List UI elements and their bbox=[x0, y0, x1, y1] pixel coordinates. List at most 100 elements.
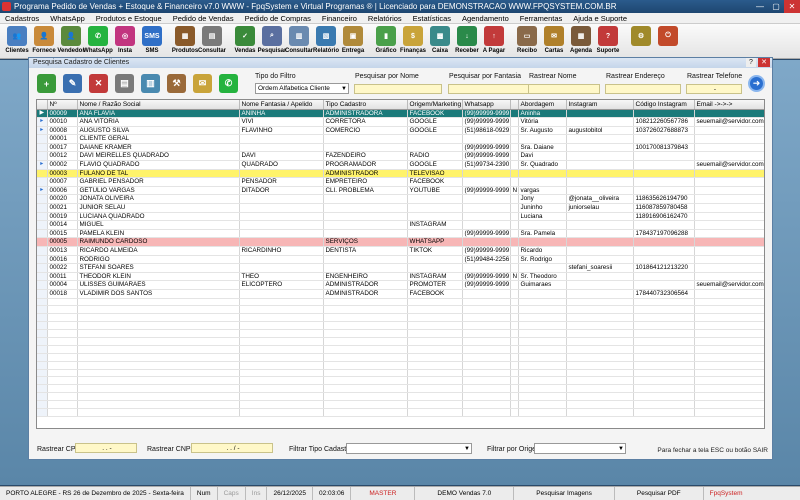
table-row[interactable]: 00011 THEODOR KLEIN THEO ENGENHEIRO INSTAGRA… bbox=[37, 272, 764, 282]
go-search-button[interactable]: ➜ bbox=[748, 75, 765, 92]
clients-grid[interactable]: Nº Nome / Razão Social Nome Fantasia / Ape… bbox=[36, 99, 765, 429]
delete-icon[interactable]: ✕ bbox=[89, 74, 108, 93]
table-row[interactable]: 00016 RODRIGO (51)99484-2256 Sr. Rodrigo bbox=[37, 255, 764, 265]
cell-n: 00011 bbox=[47, 272, 78, 282]
menu-item-7[interactable]: Estatísticas bbox=[413, 14, 451, 23]
filter-register-type-select[interactable]: ▼ bbox=[346, 443, 472, 454]
column-header[interactable]: Whatsapp bbox=[462, 100, 511, 110]
search-name-input[interactable] bbox=[354, 84, 442, 94]
toolbar-button-1[interactable]: 👤 Fornece bbox=[31, 24, 57, 54]
dialog-help-button[interactable]: ? bbox=[746, 58, 756, 67]
menu-item-6[interactable]: Relatórios bbox=[368, 14, 402, 23]
table-row[interactable]: ▸ 00010 ANA VITORIA VIVI CORRETORA GOOGLE (99)… bbox=[37, 117, 764, 127]
track-phone-input[interactable]: - bbox=[686, 84, 742, 94]
column-header[interactable]: Email ->->-> bbox=[694, 100, 764, 110]
table-row[interactable]: ▶ 00009 ANA FLAVIA ANINHA ADMINISTRADORA FACE… bbox=[37, 109, 764, 119]
cell-fantasia: THEO bbox=[239, 272, 324, 282]
close-window-button[interactable]: ✕ bbox=[784, 0, 800, 13]
toolbar-button-18[interactable]: ▭ Recibo bbox=[514, 24, 540, 54]
track-cnpj-input[interactable]: . . / - bbox=[191, 443, 273, 453]
toolbar-button-11[interactable]: ▧ Relatório bbox=[313, 24, 339, 54]
toolbar-button-0[interactable]: 👥 Clientes bbox=[4, 24, 30, 54]
table-row[interactable]: 00014 MIGUEL INSTAGRAM bbox=[37, 220, 764, 230]
edit-icon[interactable]: ✎ bbox=[63, 74, 82, 93]
minimize-button[interactable]: — bbox=[752, 0, 768, 13]
toolbar-button-17[interactable]: ↑ A Pagar bbox=[481, 24, 507, 54]
toolbar-button-19[interactable]: ✉ Cartas bbox=[541, 24, 567, 54]
table-row[interactable]: 00019 LUCIANA QUADRADO Luciana 118916906162… bbox=[37, 212, 764, 222]
table-row[interactable]: 00004 ULISSES GUIMARAES ELICOPTERO ADMINIST… bbox=[37, 280, 764, 290]
toolbar-button-12[interactable]: ▣ Entrega bbox=[340, 24, 366, 54]
filter-origin-select[interactable]: ▼ bbox=[534, 443, 626, 454]
menu-item-8[interactable]: Agendamento bbox=[462, 14, 509, 23]
menu-item-5[interactable]: Financeiro bbox=[322, 14, 357, 23]
column-header[interactable] bbox=[510, 100, 519, 110]
toolbar-button-13[interactable]: ▮ Gráfico bbox=[373, 24, 399, 54]
table-row[interactable]: 00015 PAMELA KLEIN (99)99999-9999 Sra. Pame… bbox=[37, 229, 764, 239]
toolbar-button-2[interactable]: 👤 Vendedor bbox=[57, 24, 85, 54]
toolbar-button-5[interactable]: SMS SMS bbox=[139, 24, 165, 54]
toolbar-button-15[interactable]: ▩ Caixa bbox=[427, 24, 453, 54]
whatsapp-send-icon[interactable]: ✆ bbox=[219, 74, 238, 93]
toolbar-button-4[interactable]: ◎ Insta bbox=[112, 24, 138, 54]
table-row[interactable]: ▸ 00006 GETULIO VARGAS DITADOR CLI. PROBLEMA… bbox=[37, 186, 764, 196]
search-pdf-button[interactable]: Pesquisar PDF bbox=[615, 487, 704, 500]
column-header[interactable]: Nº bbox=[47, 100, 78, 110]
table-row[interactable]: 00021 JUNIOR SELAU Juninho juniorselau 11608… bbox=[37, 203, 764, 213]
table-row[interactable]: 00003 FULANO DE TAL ADMINISTRADOR TELEVISÃO bbox=[37, 169, 764, 179]
empty-cell bbox=[77, 369, 240, 378]
toolbar-button-10[interactable]: ▥ Consultar bbox=[285, 24, 313, 54]
column-header[interactable]: Origem/Marketing bbox=[407, 100, 463, 110]
track-cpf-input[interactable]: . . - bbox=[75, 443, 137, 453]
menu-item-10[interactable]: Ajuda e Suporte bbox=[573, 14, 627, 23]
toolbar-button-14[interactable]: $ Finanças bbox=[400, 24, 426, 54]
column-header[interactable]: Código Instagram bbox=[633, 100, 695, 110]
toolbar-button-6[interactable]: ▦ Produtos bbox=[172, 24, 198, 54]
column-header[interactable]: Nome Fantasia / Apelido bbox=[239, 100, 324, 110]
filter-type-select[interactable]: Ordem Alfabetica Cliente ▼ bbox=[255, 83, 349, 94]
table-row[interactable]: 00020 JONATA OLIVEIRA Jony @jonata__oliveir… bbox=[37, 194, 764, 205]
table-row[interactable]: 00022 STEFANI SOARES stefani_soaresii 10186… bbox=[37, 263, 764, 273]
toolbar-button-9[interactable]: ⌕ Pesquisar bbox=[258, 24, 286, 54]
search-fantasy-input[interactable] bbox=[448, 84, 536, 94]
table-row[interactable]: ▸ 00002 FLAVIO QUADRADO QUADRADO PROGRAMADOR… bbox=[37, 160, 764, 170]
menu-item-2[interactable]: Produtos e Estoque bbox=[96, 14, 162, 23]
toolbar-button-16[interactable]: ↓ Receber bbox=[454, 24, 480, 54]
menu-item-3[interactable]: Pedido de Vendas bbox=[173, 14, 234, 23]
toolbar-button-22[interactable]: ⚙ bbox=[628, 24, 654, 48]
menu-item-1[interactable]: WhatsApp bbox=[50, 14, 85, 23]
column-header[interactable]: Nome / Razão Social bbox=[77, 100, 240, 110]
add-icon[interactable]: + bbox=[37, 74, 56, 93]
menu-item-4[interactable]: Pedido de Compras bbox=[245, 14, 311, 23]
table-row[interactable]: 00018 VLADIMIR DOS SANTOS ADMINISTRADOR FAC… bbox=[37, 289, 764, 299]
table-row[interactable]: 00013 RICARDO ALMEIDA RICARDINHO DENTISTA TI… bbox=[37, 246, 764, 256]
table-row[interactable]: 00017 DAIANE KRAMER (99)99999-9999 Sra. Dai… bbox=[37, 143, 764, 153]
tools-icon[interactable]: ⚒ bbox=[167, 74, 186, 93]
toolbar-button-8[interactable]: ✓ Vendas bbox=[232, 24, 258, 54]
toolbar-button-7[interactable]: ▤ Consultar bbox=[198, 24, 226, 54]
toolbar-button-20[interactable]: ▦ Agenda bbox=[568, 24, 594, 54]
track-address-input[interactable] bbox=[605, 84, 681, 94]
cell-email bbox=[694, 186, 764, 196]
dialog-close-button[interactable]: ✕ bbox=[758, 58, 770, 67]
track-name-input[interactable] bbox=[528, 84, 600, 94]
toolbar-button-21[interactable]: ? Suporte bbox=[595, 24, 621, 54]
menu-item-9[interactable]: Ferramentas bbox=[520, 14, 563, 23]
table-row[interactable]: 00007 GABRIEL PENSADOR PENSADOR EMPRETEIRO F… bbox=[37, 177, 764, 187]
table-row[interactable]: ▸ 00008 AUGUSTO SILVA FLAVINHO COMERCIO GOOGL… bbox=[37, 126, 764, 136]
table-row[interactable]: 00001 CLIENTE GERAL bbox=[37, 134, 764, 144]
column-header[interactable]: Abordagem bbox=[518, 100, 567, 110]
column-header[interactable]: Tipo Cadastro bbox=[323, 100, 408, 110]
email-icon[interactable]: ✉ bbox=[193, 74, 212, 93]
toolbar-button-3[interactable]: ✆ WhatsApp bbox=[83, 24, 113, 54]
toolbar-button-23[interactable]: ⏻ bbox=[655, 24, 681, 48]
print-icon[interactable]: ▤ bbox=[115, 74, 134, 93]
column-header[interactable]: Instagram bbox=[566, 100, 634, 110]
search-images-button[interactable]: Pesquisar Imagens bbox=[514, 487, 615, 500]
table-row[interactable]: 00005 RAIMUNDO CARDOSO SERVIÇOS WHATSAPP bbox=[37, 237, 764, 247]
export-icon[interactable]: ▥ bbox=[141, 74, 160, 93]
empty-cell bbox=[518, 329, 567, 339]
maximize-button[interactable]: ▢ bbox=[768, 0, 784, 13]
menu-item-0[interactable]: Cadastros bbox=[5, 14, 39, 23]
table-row[interactable]: 00012 DAVI MEIRELLES QUADRADO DAVI FAZENDEI… bbox=[37, 151, 764, 162]
